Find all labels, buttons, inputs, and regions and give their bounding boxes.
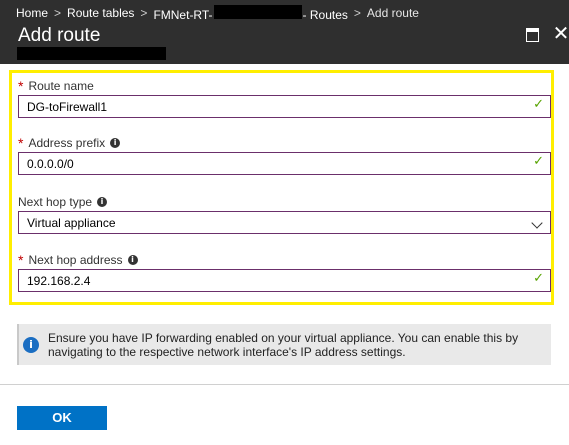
close-icon: ✕: [552, 23, 569, 45]
check-icon: ✓: [533, 271, 544, 286]
info-icon[interactable]: i: [110, 138, 121, 148]
info-circle-icon: i: [23, 337, 39, 353]
info-accent-bar: [17, 324, 19, 365]
maximize-button[interactable]: [524, 23, 544, 45]
breadcrumb-separator: >: [140, 6, 148, 20]
address-prefix-input[interactable]: 0.0.0.0/0 ✓: [18, 152, 551, 175]
route-name-label-text: Route name: [28, 79, 94, 93]
required-marker: *: [18, 252, 24, 268]
route-name-value: DG-toFirewall1: [27, 100, 108, 114]
breadcrumb-separator: >: [54, 6, 62, 20]
address-prefix-label: * Address prefix i: [18, 135, 121, 151]
next-hop-type-select[interactable]: Virtual appliance: [18, 211, 551, 234]
route-name-label: * Route name: [18, 79, 94, 93]
address-prefix-value: 0.0.0.0/0: [27, 157, 74, 171]
info-message-box: i Ensure you have IP forwarding enabled …: [17, 324, 551, 365]
required-marker: *: [18, 135, 24, 151]
breadcrumb-route-tables[interactable]: Route tables: [67, 6, 134, 20]
maximize-icon: [526, 28, 539, 42]
info-message-text: Ensure you have IP forwarding enabled on…: [48, 331, 519, 359]
next-hop-address-input[interactable]: 192.168.2.4 ✓: [18, 269, 551, 292]
redaction-bar: [17, 47, 166, 60]
close-button[interactable]: ✕: [551, 23, 569, 45]
breadcrumb-current: Add route: [366, 6, 419, 20]
next-hop-address-label-text: Next hop address: [28, 253, 123, 267]
info-icon[interactable]: i: [97, 197, 108, 207]
breadcrumb: Home > Route tables > FMNet-RT- - Routes …: [16, 4, 419, 22]
breadcrumb-home[interactable]: Home: [16, 6, 48, 20]
next-hop-address-value: 192.168.2.4: [27, 274, 91, 288]
blade-header: Home > Route tables > FMNet-RT- - Routes …: [0, 0, 569, 64]
divider: [0, 384, 569, 385]
breadcrumb-separator: >: [353, 6, 361, 20]
next-hop-type-label: Next hop type i: [18, 195, 108, 209]
next-hop-type-label-text: Next hop type: [18, 195, 93, 209]
next-hop-type-value: Virtual appliance: [27, 216, 116, 230]
chevron-down-icon: [531, 217, 543, 229]
required-marker: *: [18, 78, 24, 94]
redaction-bar: [213, 4, 302, 19]
breadcrumb-route-table[interactable]: FMNet-RT- - Routes: [153, 4, 348, 22]
next-hop-address-label: * Next hop address i: [18, 253, 138, 267]
address-prefix-label-text: Address prefix: [28, 136, 106, 150]
breadcrumb-route-table-suffix: - Routes: [302, 7, 348, 22]
route-name-input[interactable]: DG-toFirewall1 ✓: [18, 95, 551, 118]
ok-button[interactable]: OK: [17, 406, 107, 430]
info-icon[interactable]: i: [127, 255, 138, 265]
check-icon: ✓: [533, 97, 544, 112]
breadcrumb-route-table-prefix: FMNet-RT-: [153, 7, 213, 22]
page-title: Add route: [18, 25, 101, 46]
check-icon: ✓: [533, 154, 544, 169]
